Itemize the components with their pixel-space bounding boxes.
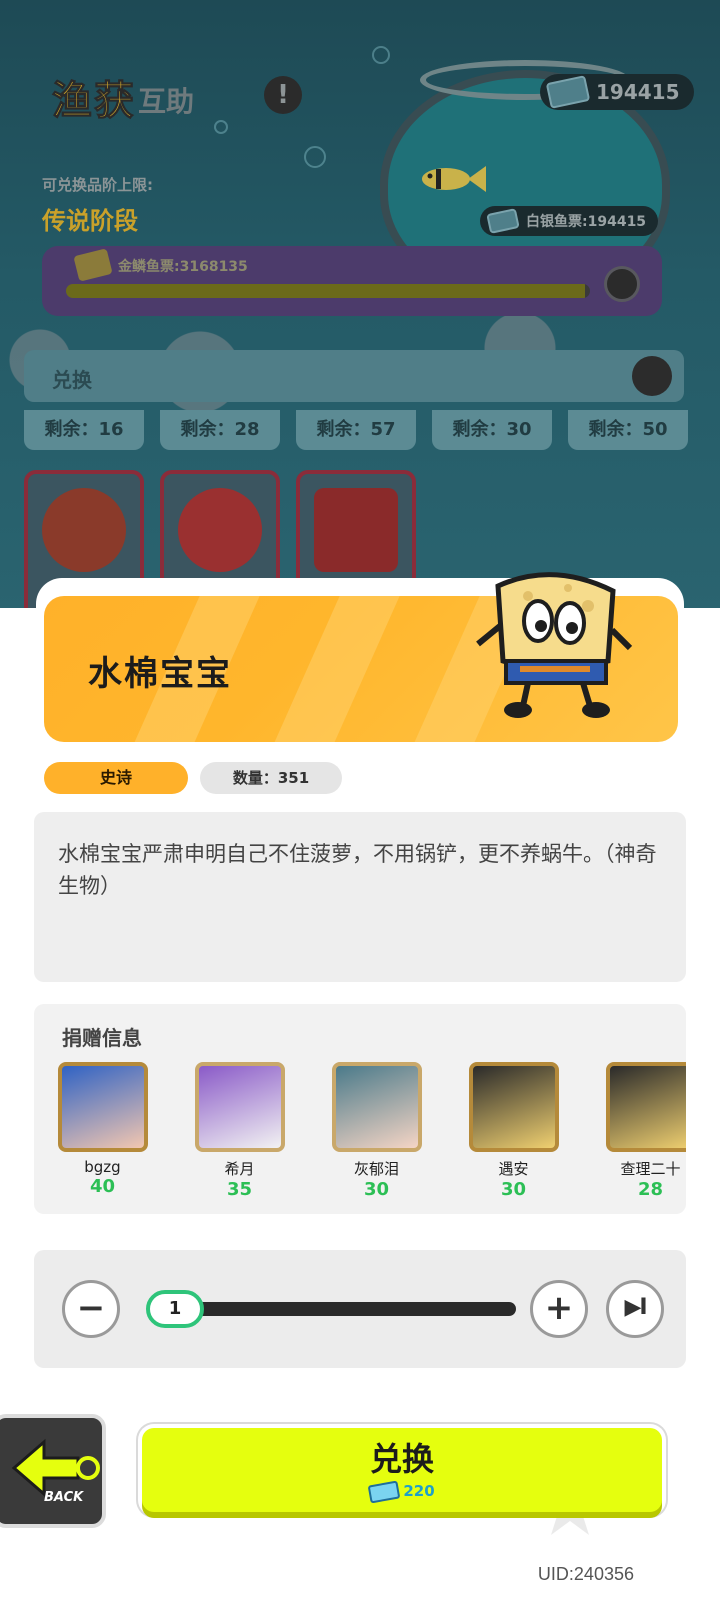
page-title: 渔获 [52,78,136,125]
donor-name: 遇安 [498,1160,529,1178]
silver-ticket-text: 白银鱼票:194415 [526,214,647,230]
donor-name: bgzg [84,1158,121,1176]
exchange-cost: 220 [142,1480,662,1503]
item-description: 水棉宝宝严肃申明自己不住菠萝，不用锅铲，更不养蜗牛。（神奇生物） [58,842,657,898]
back-button[interactable]: BACK [0,1414,106,1528]
ticket-count: 194415 [596,80,680,104]
donor-amount: 35 [226,1179,253,1200]
donor-list: bgzg 40 希月 35 灰郁泪 30 遇安 30 查理二十 28 [34,1062,686,1212]
fish-icon [422,166,486,192]
bubble-decoration [214,120,228,134]
tier-limit: 可兑换品阶上限: 传说阶段 [42,174,242,244]
item-name: 水棉宝宝 [88,654,232,694]
donor-item[interactable]: 希月 35 [171,1062,308,1212]
donor-name: 灰郁泪 [353,1160,399,1178]
donor-item[interactable]: 查理二十 28 [582,1062,686,1212]
avatar [605,1062,686,1152]
gold-progress-bar [66,284,590,298]
remaining-row: 剩余：16 剩余：28 剩余：57 剩余：30 剩余：50 [0,410,720,450]
donor-amount: 30 [363,1179,390,1200]
avatar [468,1062,559,1152]
donor-item[interactable]: 灰郁泪 30 [308,1062,445,1212]
page-subtitle: 互助 [138,85,195,118]
ticket-icon [368,1480,401,1503]
coral-icon [314,488,398,572]
sponge-character-icon [476,572,633,718]
exchange-header-bar [24,350,684,402]
user-id: UID:240356 [537,1564,634,1584]
ticket-icon [545,75,591,109]
exchange-cost-value: 220 [403,1482,435,1500]
donor-name: 查理二十 [620,1160,681,1178]
bubble-decoration [372,46,390,64]
exchange-header-label: 兑换 [52,368,92,392]
donor-amount: 28 [637,1179,664,1200]
back-label: BACK [44,1490,84,1505]
banner-stripe [250,596,418,742]
gift-icon[interactable] [632,356,672,396]
rarity-badge: 史诗 [44,762,188,794]
gold-ticket-text: 金鳞鱼票:3168135 [118,259,248,275]
decrease-button[interactable]: − [62,1280,120,1338]
silver-ticket-icon [486,208,520,234]
search-icon[interactable] [604,266,640,302]
quantity-badge: 数量：351 [200,762,342,794]
quantity-slider-track[interactable] [150,1302,516,1316]
remaining-count: 剩余：50 [568,410,688,450]
quantity-slider-thumb[interactable]: 1 [146,1290,204,1328]
donor-amount: 40 [89,1176,116,1197]
avatar [194,1062,285,1152]
remaining-count: 剩余：28 [160,410,280,450]
donation-heading: 捐赠信息 [62,1026,142,1050]
exchange-button-label: 兑换 [369,1440,434,1478]
bubble-decoration [304,146,326,168]
avatar [57,1062,148,1152]
remaining-count: 剩余：30 [432,410,552,450]
remaining-count: 剩余：16 [24,410,144,450]
tier-limit-label: 可兑换品阶上限: [42,176,153,194]
silver-ticket-counter: 白银鱼票:194415 [480,206,659,236]
remaining-count: 剩余：57 [296,410,416,450]
increase-button[interactable]: + [530,1280,588,1338]
flower-plate-icon [178,488,262,572]
donor-item[interactable]: bgzg 40 [34,1062,171,1212]
donor-item[interactable]: 遇安 30 [445,1062,582,1212]
donor-name: 希月 [224,1160,255,1178]
donor-amount: 30 [500,1179,527,1200]
max-button[interactable]: ▶I [606,1280,664,1338]
info-alert-icon[interactable]: ! [264,76,302,114]
back-arrow-icon [11,1438,100,1498]
top-ticket-counter: 194415 [540,74,694,110]
avatar [331,1062,422,1152]
goldfish-icon [42,488,126,572]
tier-limit-value: 传说阶段 [42,207,138,235]
